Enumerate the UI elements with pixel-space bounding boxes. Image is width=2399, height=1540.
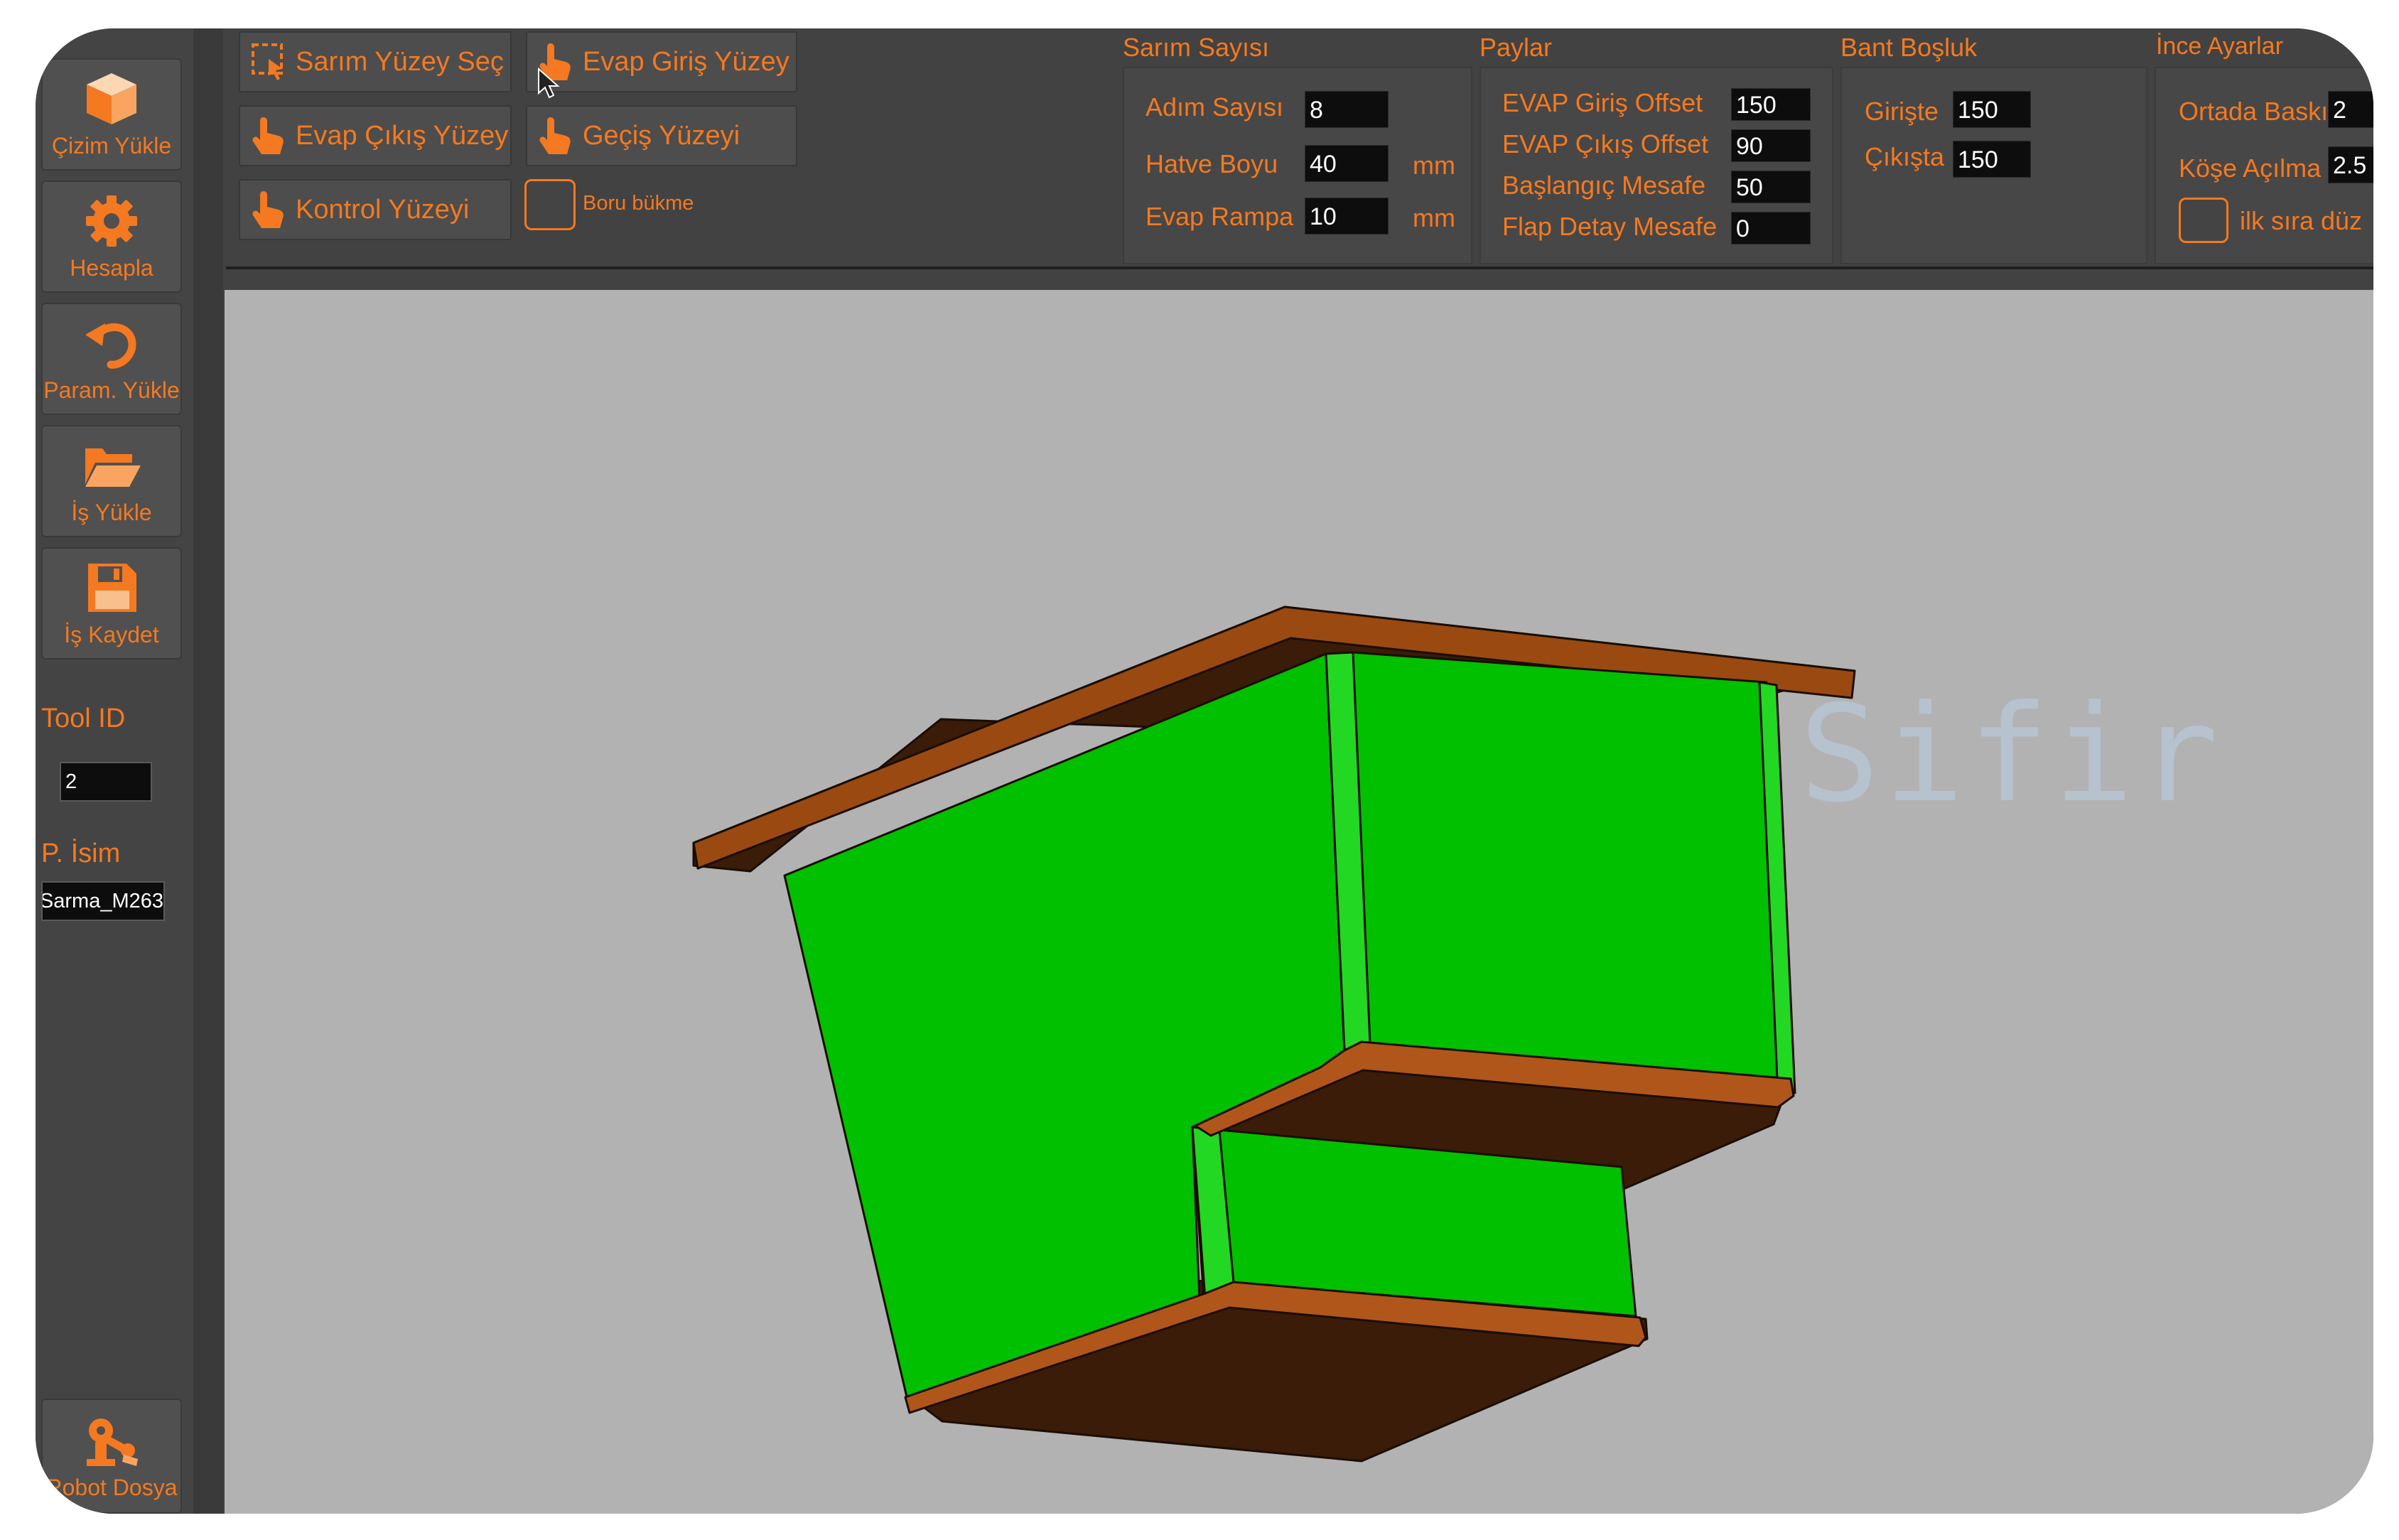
param-yukle-button[interactable]: Param. Yükle [41, 303, 182, 415]
hand-pointer-icon [252, 191, 284, 228]
is-yukle-button[interactable]: İş Yükle [41, 425, 182, 537]
flap-detay-mesafe-label: Flap Detay Mesafe [1502, 212, 1718, 241]
evap-giris-offset-input[interactable]: 150 [1731, 88, 1811, 121]
folder-open-icon [85, 448, 141, 487]
hatve-boyu-input[interactable]: 40 [1305, 145, 1389, 182]
p-isim-label: P. İsim [41, 839, 121, 868]
evap-rampa-label: Evap Rampa [1145, 202, 1294, 231]
evap-cikis-yuzey-label: Evap Çıkış Yüzey [296, 120, 509, 151]
hatve-boyu-unit: mm [1413, 151, 1455, 180]
ince-ayarlar-title: İnce Ayarlar [2156, 33, 2283, 60]
cikista-label: Çıkışta [1865, 142, 1945, 171]
ilk-sira-duz-label: ilk sıra düz [2240, 206, 2363, 235]
adim-sayisi-label: Adım Sayısı [1145, 92, 1284, 122]
ortada-baski-label: Ortada Baskı [2179, 97, 2329, 126]
robot-icon [87, 1418, 138, 1466]
adim-sayisi-input[interactable]: 8 [1305, 91, 1389, 128]
application-window: Çizim Yükle Hesapla Param. Yükle İş Yükl… [36, 28, 2373, 1514]
ortada-baski-input[interactable]: 2 [2328, 91, 2373, 128]
giriste-input[interactable]: 150 [1953, 91, 2031, 128]
paylar-title: Paylar [1479, 33, 1553, 62]
evap-cikis-yuzey-button[interactable]: Evap Çıkış Yüzey [239, 105, 512, 166]
sarim-yuzey-sec-label: Sarım Yüzey Seç [296, 46, 504, 77]
sarim-yuzey-sec-button[interactable]: Sarım Yüzey Seç [239, 31, 512, 92]
baslangic-mesafe-input[interactable]: 50 [1731, 171, 1811, 203]
bant-bosluk-title: Bant Boşluk [1840, 33, 1978, 62]
robot-dosya-label: Robot Dosya [45, 1474, 178, 1500]
left-sidebar: Çizim Yükle Hesapla Param. Yükle İş Yükl… [36, 28, 193, 1514]
cizim-yukle-label: Çizim Yükle [51, 132, 172, 158]
is-kaydet-button[interactable]: İş Kaydet [41, 547, 182, 659]
cube-icon [87, 72, 136, 124]
evap-giris-yuzey-button[interactable]: Evap Giriş Yüzey [526, 31, 797, 92]
robot-dosya-button[interactable]: Robot Dosya [41, 1399, 182, 1514]
evap-cikis-offset-label: EVAP Çıkış Offset [1502, 129, 1709, 158]
3d-viewport[interactable]: Tool Sifir [225, 290, 2373, 1514]
hatve-boyu-label: Hatve Boyu [1145, 149, 1278, 178]
p-isim-value: Sarma_M263 [41, 890, 163, 912]
kose-acilma-label: Köşe Açılma [2179, 154, 2322, 183]
evap-rampa-unit: mm [1413, 203, 1455, 232]
ilk-sira-duz-checkbox[interactable] [2179, 198, 2228, 243]
p-isim-input[interactable]: Sarma_M263 [41, 881, 165, 921]
baslangic-mesafe-label: Başlangıç Mesafe [1502, 171, 1706, 200]
boru-bukme-checkbox[interactable] [524, 179, 576, 230]
gecis-yuzeyi-label: Geçiş Yüzeyi [583, 120, 740, 151]
top-toolbar: Sarım Yüzey Seç Evap Giriş Yüzey Evap Çı… [223, 28, 2373, 279]
tool-id-label: Tool ID [41, 704, 126, 733]
cikista-input[interactable]: 150 [1953, 141, 2031, 178]
sarim-sayisi-title: Sarım Sayısı [1123, 33, 1270, 62]
giriste-label: Girişte [1865, 97, 1939, 126]
hesapla-button[interactable]: Hesapla [41, 181, 182, 293]
sidebar-separator [193, 28, 223, 1514]
tool-id-input[interactable]: 2 [60, 762, 152, 802]
cizim-yukle-button[interactable]: Çizim Yükle [41, 58, 182, 171]
kontrol-yuzeyi-label: Kontrol Yüzeyi [296, 194, 470, 225]
kose-acilma-input[interactable]: 2.5 [2328, 146, 2373, 183]
evap-rampa-input[interactable]: 10 [1305, 198, 1389, 235]
evap-giris-yuzey-label: Evap Giriş Yüzey [583, 46, 789, 77]
hesapla-label: Hesapla [70, 254, 153, 281]
is-kaydet-label: İş Kaydet [64, 621, 159, 647]
evap-cikis-offset-input[interactable]: 90 [1731, 129, 1811, 162]
param-yukle-label: Param. Yükle [43, 377, 180, 403]
flap-detay-mesafe-input[interactable]: 0 [1731, 212, 1811, 244]
toolbar-divider [226, 266, 2373, 269]
is-yukle-label: İş Yükle [71, 499, 152, 525]
gear-icon [86, 195, 137, 247]
hand-pointer-icon [252, 117, 284, 154]
boru-bukme-label: Boru bükme [583, 192, 694, 215]
undo-icon [85, 323, 136, 369]
mouse-cursor-icon [538, 68, 560, 99]
green-face-upper [1325, 651, 1788, 1094]
save-icon [88, 563, 136, 612]
kontrol-yuzeyi-button[interactable]: Kontrol Yüzeyi [239, 179, 512, 240]
evap-giris-offset-label: EVAP Giriş Offset [1502, 88, 1703, 117]
hand-pointer-icon [539, 117, 571, 154]
selection-icon [252, 43, 283, 80]
3d-model[interactable] [225, 290, 2373, 1514]
gecis-yuzeyi-button[interactable]: Geçiş Yüzeyi [526, 105, 797, 166]
